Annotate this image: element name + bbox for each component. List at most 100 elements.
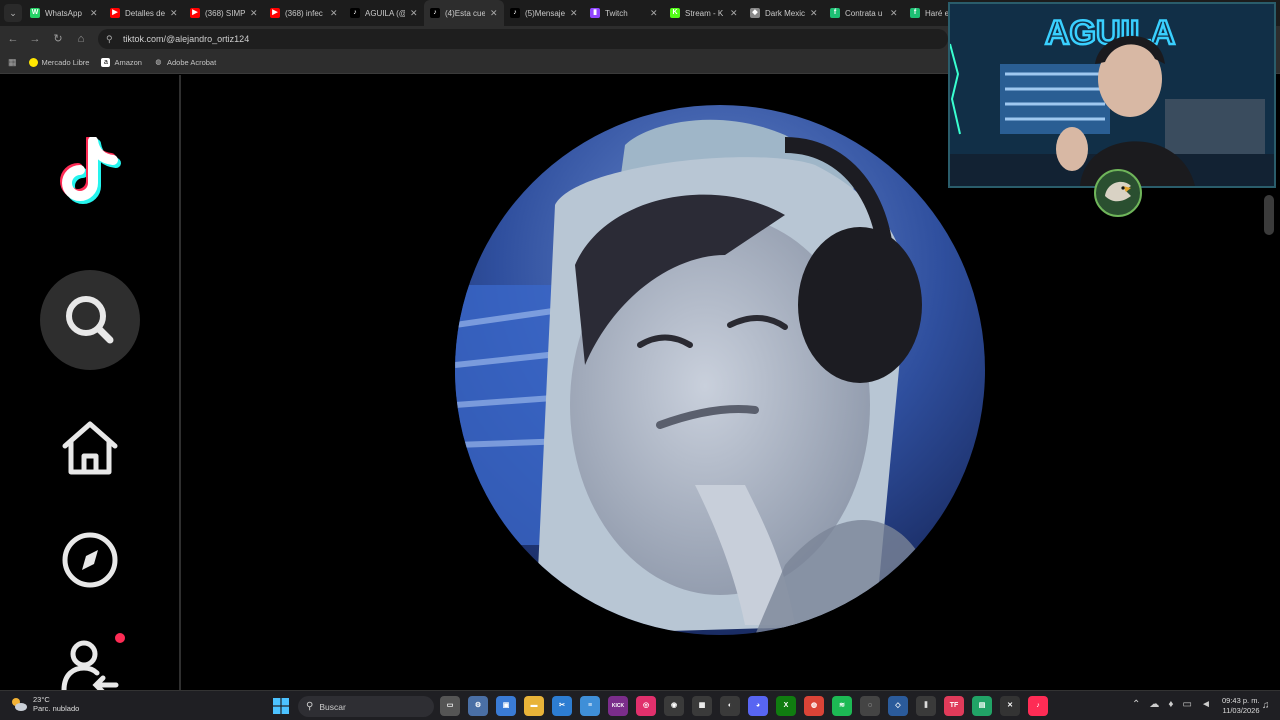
tiktok-logo-icon[interactable]	[55, 137, 125, 213]
taskbar-app-task-view-icon[interactable]: ▭	[440, 696, 460, 716]
chevron-up-icon[interactable]: ⌃	[1132, 699, 1140, 710]
volume-icon[interactable]: ◄	[1201, 699, 1211, 710]
tab-strip: W WhatsApp ✕ ▶ Detalles de ✕ ▶ (368) SIMP ✕ ▶ (368…	[24, 0, 984, 26]
close-tab-icon[interactable]: ✕	[570, 8, 578, 19]
browser-tab[interactable]: ▶ Detalles de ✕	[104, 0, 184, 26]
taskbar-app-app-generic-icon[interactable]: ◐	[720, 696, 740, 716]
close-tab-icon[interactable]: ✕	[330, 8, 338, 19]
taskbar-search[interactable]: ⚲ Buscar	[298, 696, 434, 717]
tiktok-sidebar	[0, 75, 181, 690]
taskbar-app-discord-icon[interactable]: ◕	[748, 696, 768, 716]
tab-label: (368) SIMP	[205, 8, 245, 18]
eagle-logo-badge	[1094, 169, 1142, 217]
taskbar-app-xbox-icon[interactable]: X	[776, 696, 796, 716]
tab-label: (4)Esta cue	[445, 8, 485, 18]
search-button[interactable]	[40, 270, 140, 370]
taskbar-app-chrome-icon[interactable]: ◍	[804, 696, 824, 716]
browser-tab[interactable]: K Stream - K ✕	[664, 0, 744, 26]
mercado-libre-icon	[28, 58, 38, 67]
browser-tab[interactable]: ♪ AGUILA (@ ✕	[344, 0, 424, 26]
following-icon[interactable]	[60, 640, 120, 690]
taskbar-app-spotify-icon[interactable]: ≋	[832, 696, 852, 716]
site-info-icon[interactable]: ⚲	[106, 34, 116, 44]
taskbar-app-obs-icon[interactable]: ◉	[664, 696, 684, 716]
tab-label: Detalles de	[125, 8, 165, 18]
microphone-icon[interactable]: ♦	[1168, 699, 1173, 710]
apps-grid-icon[interactable]: ▦	[8, 57, 17, 68]
taskbar-app-tiktok-live-studio-icon[interactable]: TF	[944, 696, 964, 716]
tab-favicon-icon: ▶	[110, 8, 120, 18]
tab-favicon-icon: ♪	[510, 8, 520, 18]
screen: ⌄ W WhatsApp ✕ ▶ Detalles de ✕ ▶ (368) SIMP ✕ ▶ (3…	[0, 0, 1280, 720]
taskbar-app-vscode-like-icon[interactable]: ◇	[888, 696, 908, 716]
home-button-icon[interactable]: ⌂	[72, 30, 90, 48]
close-tab-icon[interactable]: ✕	[170, 8, 178, 19]
weather-widget[interactable]: 23°C Parc. nublado	[10, 695, 79, 713]
taskbar-app-notes-icon[interactable]: ≡	[580, 696, 600, 716]
bookmark-label: Mercado Libre	[41, 58, 90, 67]
profile-avatar-enlarged[interactable]	[455, 105, 985, 635]
taskbar-app-tiktok-icon[interactable]: ♪	[1028, 696, 1048, 716]
partly-cloudy-icon	[12, 698, 27, 711]
search-icon	[66, 296, 114, 344]
windows-taskbar: 23°C Parc. nublado ⚲ Buscar ▭ ⚙ ▣ ▬ ✂ ≡ KICK ◎ ◉…	[0, 690, 1280, 720]
close-tab-icon[interactable]: ✕	[810, 8, 818, 19]
notification-bell-icon[interactable]: ♫	[1262, 700, 1270, 711]
system-tray: ⌃ ☁ ♦ ▭ ◄	[1132, 699, 1211, 710]
back-icon[interactable]: ←	[4, 30, 22, 48]
tab-label: (5)Mensaje	[525, 8, 565, 18]
taskbar-app-chrome-beta-icon[interactable]: ◌	[860, 696, 880, 716]
explore-compass-icon[interactable]	[60, 530, 120, 590]
close-tab-icon[interactable]: ✕	[410, 8, 418, 19]
tab-search-menu-icon[interactable]: ⌄	[4, 4, 22, 22]
bookmark-adobe-acrobat[interactable]: ◍ Adobe Acrobat	[154, 58, 216, 67]
close-tab-icon[interactable]: ✕	[730, 8, 738, 19]
home-icon[interactable]	[60, 420, 120, 476]
tab-favicon-icon: ♪	[350, 8, 360, 18]
tab-favicon-icon: ♪	[430, 8, 440, 18]
clock-date: 11/03/2026	[1222, 706, 1260, 715]
browser-tab[interactable]: ♪ (5)Mensaje ✕	[504, 0, 584, 26]
browser-tab[interactable]: ▶ (368) infec ✕	[264, 0, 344, 26]
address-bar[interactable]: ⚲ tiktok.com/@alejandro_ortiz124	[98, 29, 948, 49]
address-url[interactable]: tiktok.com/@alejandro_ortiz124	[123, 34, 249, 44]
close-tab-icon[interactable]: ✕	[890, 8, 898, 19]
taskbar-app-file-explorer-icon[interactable]: ▬	[524, 696, 544, 716]
tab-label: Twitch	[605, 8, 628, 18]
windows-start-icon[interactable]	[273, 698, 289, 714]
weather-temperature: 23°C	[33, 695, 50, 704]
pinned-apps: ▭ ⚙ ▣ ▬ ✂ ≡ KICK ◎ ◉ ▦ ◐ ◕ X ◍ ≋ ◌ ◇ ⫼ TF ▤ ✕ ♪	[440, 696, 1048, 716]
tab-favicon-icon: ▶	[270, 8, 280, 18]
close-tab-icon[interactable]: ✕	[490, 8, 498, 19]
tab-favicon-icon: f	[830, 8, 840, 18]
bookmark-amazon[interactable]: a Amazon	[101, 58, 142, 67]
taskbar-app-settings-icon[interactable]: ⚙	[468, 696, 488, 716]
browser-tab[interactable]: W WhatsApp ✕	[24, 0, 104, 26]
display-icon[interactable]: ▭	[1183, 699, 1192, 710]
close-tab-icon[interactable]: ✕	[650, 8, 658, 19]
clock[interactable]: 09:43 p. m. 11/03/2026	[1222, 696, 1260, 716]
close-tab-icon[interactable]: ✕	[250, 8, 258, 19]
close-tab-icon[interactable]: ✕	[90, 8, 98, 19]
bookmark-mercado-libre[interactable]: Mercado Libre	[28, 58, 90, 67]
taskbar-app-excel-like-icon[interactable]: ▤	[972, 696, 992, 716]
clock-time: 09:43 p. m.	[1222, 696, 1260, 705]
taskbar-app-audio-mixer-icon[interactable]: ⫼	[916, 696, 936, 716]
taskbar-app-capture-icon[interactable]: ▦	[692, 696, 712, 716]
taskbar-app-kick-icon[interactable]: KICK	[608, 696, 628, 716]
reload-icon[interactable]: ↻	[49, 30, 67, 48]
cloud-icon[interactable]: ☁	[1149, 699, 1159, 710]
browser-tab[interactable]: ♪ (4)Esta cue ✕	[424, 0, 504, 26]
browser-tab[interactable]: ◆ Dark Mexic ✕	[744, 0, 824, 26]
page-scrollbar-thumb[interactable]	[1264, 195, 1274, 235]
browser-tab[interactable]: f Contrata u ✕	[824, 0, 904, 26]
browser-tab[interactable]: ▮ Twitch ✕	[584, 0, 664, 26]
forward-icon[interactable]: →	[26, 30, 44, 48]
taskbar-app-capcut-icon[interactable]: ✕	[1000, 696, 1020, 716]
tab-label: WhatsApp	[45, 8, 82, 18]
taskbar-app-instagram-icon[interactable]: ◎	[636, 696, 656, 716]
taskbar-app-snipping-icon[interactable]: ✂	[552, 696, 572, 716]
browser-tab[interactable]: ▶ (368) SIMP ✕	[184, 0, 264, 26]
search-icon: ⚲	[306, 701, 314, 712]
taskbar-app-store-icon[interactable]: ▣	[496, 696, 516, 716]
